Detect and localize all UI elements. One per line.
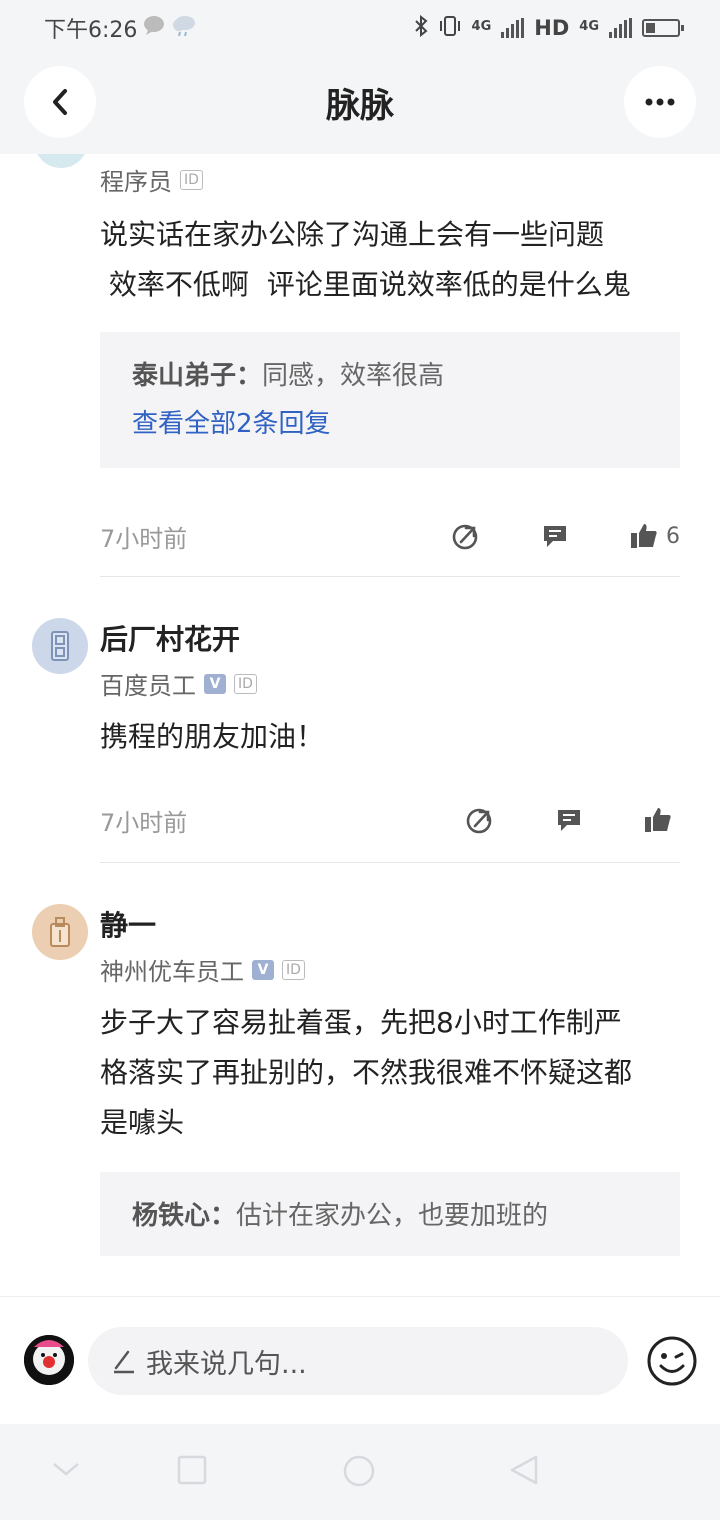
comment-text: 携程的朋友加油！ [100, 720, 325, 753]
user-name[interactable]: 后厂村花开 [100, 618, 240, 658]
role-text: 程序员 [100, 168, 172, 196]
avatar[interactable] [32, 618, 88, 674]
reply-text: 同感，效率很高 [262, 361, 445, 391]
network-label: 4G [471, 18, 492, 34]
comment-line: 步子大了容易扯着蛋，先把8小时工作制严 [100, 1006, 622, 1039]
user-role: 神州优车员工 V ID [100, 952, 305, 987]
nav-bar: 脉脉 [0, 62, 720, 142]
usb-icon [51, 631, 69, 661]
comment-icon [544, 526, 566, 547]
more-icon [645, 98, 675, 106]
recent-apps-icon[interactable] [176, 1454, 208, 1490]
more-button[interactable] [624, 66, 696, 138]
comment-time: 7小时前 [100, 524, 188, 553]
signal-icon-2 [609, 18, 632, 38]
divider [100, 862, 680, 863]
role-text: 神州优车员工 [100, 958, 244, 986]
hd-label: HD [534, 16, 570, 40]
avatar[interactable] [32, 904, 88, 960]
comment-line: 效率不低啊 评论里面说效率低的是什么鬼 [100, 268, 631, 301]
like-count: 6 [666, 523, 680, 549]
status-time: 下午6:26 [44, 18, 138, 43]
comment-icon [558, 810, 580, 831]
avatar[interactable] [34, 154, 88, 168]
id-badge: ID [234, 673, 257, 694]
divider [100, 576, 680, 577]
battery-icon [642, 19, 684, 37]
weather-icon [171, 14, 197, 42]
pencil-icon [114, 1350, 134, 1374]
id-badge: ID [282, 959, 305, 980]
comment-text: 说实话在家办公除了沟通上会有一些问题 效率不低啊 评论里面说效率低的是什么鬼 [100, 210, 680, 310]
user-role: 程序员 ID [100, 162, 203, 197]
page-title: 脉脉 [326, 85, 394, 126]
comment-actions [466, 806, 680, 834]
comment-line: 格落实了再扯别的，不然我很难不怀疑这都 [100, 1056, 633, 1089]
my-avatar[interactable] [24, 1335, 74, 1385]
signal-icon [501, 18, 525, 38]
usb-icon [50, 917, 70, 947]
role-text: 百度员工 [100, 672, 196, 700]
comment-line: 说实话在家办公除了沟通上会有一些问题 [100, 218, 605, 251]
system-nav-bar [0, 1424, 720, 1520]
share-button[interactable] [452, 522, 480, 550]
network-label-2: 4G [579, 18, 599, 34]
reply-author: 泰山弟子： [132, 361, 263, 391]
comment-list[interactable]: 程序员 ID 说实话在家办公除了沟通上会有一些问题 效率不低啊 评论里面说效率低… [0, 154, 720, 1296]
like-button[interactable] [644, 806, 672, 834]
reply-box[interactable]: 杨铁心：估计在家办公，也要加班的 [100, 1172, 680, 1256]
comment-input[interactable]: 我来说几句... [88, 1327, 628, 1395]
battery-level [646, 23, 656, 33]
reply-text: 估计在家办公，也要加班的 [236, 1201, 549, 1231]
share-button[interactable] [466, 806, 494, 834]
back-icon [53, 89, 67, 115]
reply-box[interactable]: 泰山弟子：同感，效率很高 查看全部2条回复 [100, 332, 680, 468]
like-button[interactable]: 6 [630, 522, 680, 550]
comment-text: 步子大了容易扯着蛋，先把8小时工作制严 格落实了再扯别的，不然我很难不怀疑这都 … [100, 998, 680, 1148]
comment-meta: 7小时前 [100, 800, 680, 840]
reply-button[interactable] [542, 523, 568, 549]
chevron-down-icon[interactable] [50, 1454, 82, 1488]
verified-badge: V [204, 673, 226, 694]
bluetooth-icon [414, 14, 428, 42]
reply-item: 泰山弟子：同感，效率很高 [132, 352, 648, 400]
view-all-replies-link[interactable]: 查看全部2条回复 [132, 400, 648, 448]
id-badge: ID [180, 169, 203, 190]
emoji-icon [647, 1336, 697, 1386]
comment-time: 7小时前 [100, 808, 188, 837]
reply-item: 杨铁心：估计在家办公，也要加班的 [132, 1192, 648, 1240]
message-icon [143, 15, 165, 41]
back-nav-icon[interactable] [508, 1454, 540, 1490]
status-bar: 下午6:26 4G HD 4G [0, 0, 720, 56]
share-icon [466, 808, 492, 834]
verified-badge: V [252, 959, 274, 980]
user-role: 百度员工 V ID [100, 666, 257, 701]
user-name[interactable]: 静一 [100, 904, 156, 944]
comment-line: 是噱头 [100, 1106, 185, 1139]
back-button[interactable] [24, 66, 96, 138]
like-icon [631, 524, 657, 548]
reply-button[interactable] [556, 807, 582, 833]
like-icon [645, 808, 671, 832]
comment-meta: 7小时前 6 [100, 516, 680, 556]
vibrate-icon [438, 15, 462, 42]
share-icon [452, 524, 478, 550]
input-placeholder: 我来说几句... [146, 1348, 307, 1380]
reply-author: 杨铁心： [132, 1201, 237, 1231]
comment-input-bar: 我来说几句... [0, 1296, 720, 1424]
emoji-button[interactable] [644, 1333, 700, 1389]
comment-actions: 6 [452, 522, 680, 550]
home-icon[interactable] [342, 1454, 376, 1492]
